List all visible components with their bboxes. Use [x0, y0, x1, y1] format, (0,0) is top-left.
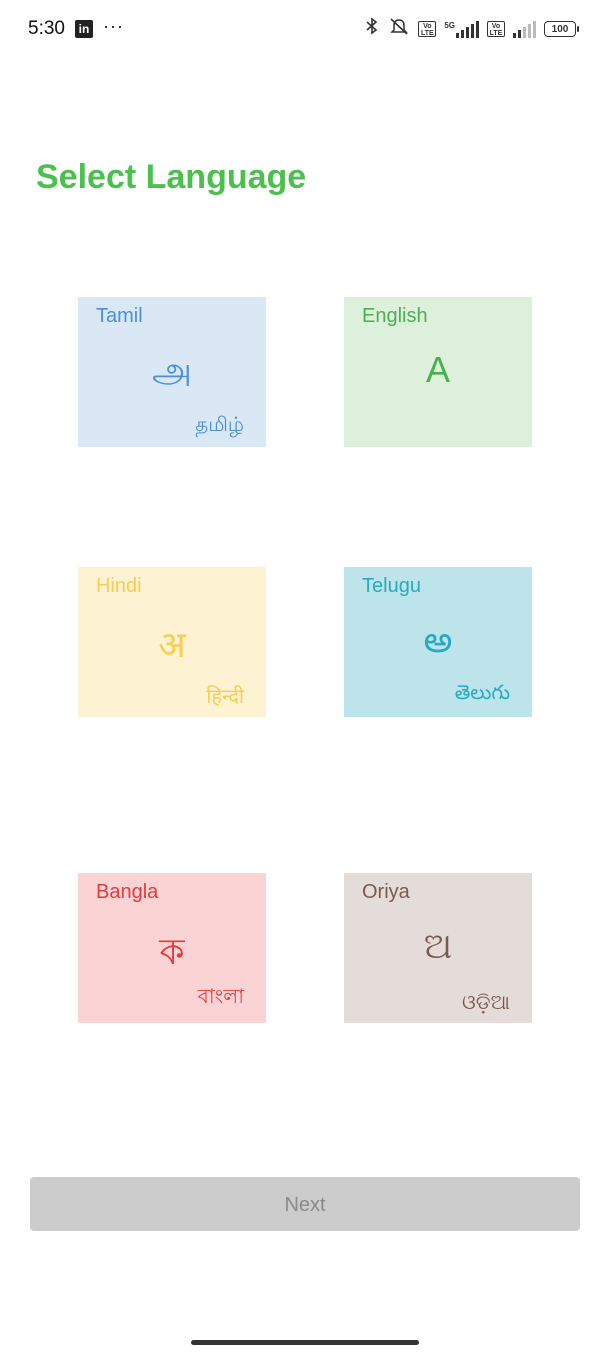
status-time: 5:30 — [28, 18, 65, 39]
bluetooth-icon — [364, 17, 380, 41]
language-select-screen: 5:30 in ··· Vo LTE 5G Vo LTE 100 Select … — [0, 0, 610, 1356]
language-native-name: தமிழ் — [195, 414, 244, 436]
status-bar: 5:30 in ··· Vo LTE 5G Vo LTE 100 — [0, 0, 610, 60]
network-5g-label: 5G — [444, 21, 455, 30]
language-native-name: ଓଡ଼ିଆ — [462, 992, 510, 1014]
language-glyph: அ — [151, 349, 192, 390]
signal-5g-indicator: 5G — [444, 20, 479, 38]
home-indicator[interactable] — [191, 1340, 419, 1345]
language-card-hindi[interactable]: Hindi अ हिन्दी — [78, 567, 266, 717]
more-notifications-icon: ··· — [102, 15, 124, 36]
language-card-telugu[interactable]: Telugu అ తెలుగు — [344, 567, 532, 717]
signal-strength-icon — [456, 20, 479, 38]
language-card-oriya[interactable]: Oriya ଅ ଓଡ଼ିଆ — [344, 873, 532, 1023]
language-name: Telugu — [362, 575, 421, 597]
battery-icon: 100 — [544, 21, 579, 37]
language-glyph: अ — [158, 624, 186, 665]
language-name: English — [362, 305, 428, 327]
volte-icon: Vo LTE — [418, 21, 437, 37]
language-glyph: ক — [159, 931, 185, 972]
language-native-name: বাংলা — [197, 986, 244, 1008]
signal-strength-sim2-icon — [513, 20, 536, 38]
next-button[interactable]: Next — [30, 1177, 580, 1231]
page-title: Select Language — [36, 158, 307, 196]
status-left: 5:30 in ··· — [28, 15, 124, 40]
language-native-name: हिन्दी — [206, 686, 244, 708]
language-name: Oriya — [362, 881, 410, 903]
status-right: Vo LTE 5G Vo LTE 100 — [364, 17, 579, 41]
linkedin-icon: in — [74, 20, 93, 38]
language-card-bangla[interactable]: Bangla ক বাংলা — [78, 873, 266, 1023]
language-glyph: A — [425, 349, 450, 390]
language-native-name: తెలుగు — [454, 682, 510, 704]
silent-mode-icon — [388, 17, 410, 41]
language-name: Bangla — [96, 881, 159, 903]
volte-icon-sim2: Vo LTE — [487, 21, 505, 37]
language-name: Tamil — [96, 305, 143, 327]
language-glyph: ଅ — [423, 925, 453, 966]
language-glyph: అ — [423, 619, 453, 660]
language-card-tamil[interactable]: Tamil அ தமிழ் — [78, 297, 266, 447]
language-name: Hindi — [96, 575, 142, 597]
language-card-english[interactable]: English A — [344, 297, 532, 447]
